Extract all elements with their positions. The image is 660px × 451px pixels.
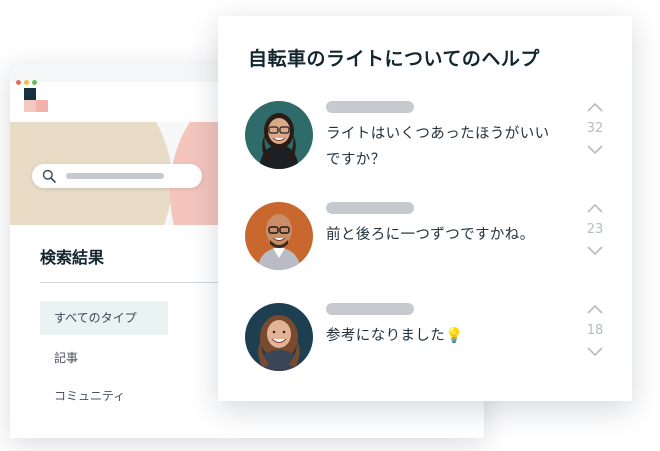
chevron-up-icon[interactable]	[586, 202, 604, 214]
avatar[interactable]	[245, 101, 313, 169]
vote-count: 18	[586, 323, 604, 338]
close-window-button[interactable]	[16, 80, 21, 85]
username-placeholder	[326, 202, 414, 214]
search-placeholder-bar	[66, 173, 164, 179]
vote-control: 32	[580, 101, 610, 156]
filter-community[interactable]: コミュニティ	[40, 379, 168, 413]
search-input[interactable]	[32, 164, 202, 188]
vote-control: 23	[580, 202, 610, 257]
list-item: ライトはいくつあったほうがいいですか？ 32	[218, 101, 632, 191]
search-icon	[42, 169, 56, 183]
list-item: 参考になりました💡 18	[218, 303, 632, 393]
maximize-window-button[interactable]	[32, 80, 37, 85]
post-text: 前と後ろに一つずつですかね。	[326, 227, 535, 243]
chevron-up-icon[interactable]	[586, 101, 604, 113]
post-text: ライトはいくつあったほうがいいですか？	[326, 126, 550, 168]
avatar[interactable]	[245, 202, 313, 270]
help-card: 自転車のライトについてのヘルプ ライトはいくつあったほうがいいですか？ 32 前…	[218, 16, 632, 401]
vote-count: 32	[586, 121, 604, 136]
minimize-window-button[interactable]	[24, 80, 29, 85]
vote-count: 23	[586, 222, 604, 237]
avatar[interactable]	[245, 303, 313, 371]
filter-all-types[interactable]: すべてのタイプ	[40, 301, 168, 335]
username-placeholder	[326, 303, 414, 315]
username-placeholder	[326, 101, 414, 113]
list-item: 前と後ろに一つずつですかね。 23	[218, 202, 632, 292]
post-text: 参考になりました💡	[326, 328, 464, 344]
divider	[40, 282, 220, 283]
chevron-up-icon[interactable]	[586, 303, 604, 315]
vote-control: 18	[580, 303, 610, 358]
brand-logo[interactable]	[24, 88, 48, 112]
chevron-down-icon[interactable]	[586, 144, 604, 156]
chevron-down-icon[interactable]	[586, 245, 604, 257]
chevron-down-icon[interactable]	[586, 346, 604, 358]
card-title: 自転車のライトについてのヘルプ	[248, 48, 540, 70]
window-controls	[16, 70, 40, 89]
results-heading: 検索結果	[40, 248, 105, 267]
filter-articles[interactable]: 記事	[40, 341, 168, 375]
